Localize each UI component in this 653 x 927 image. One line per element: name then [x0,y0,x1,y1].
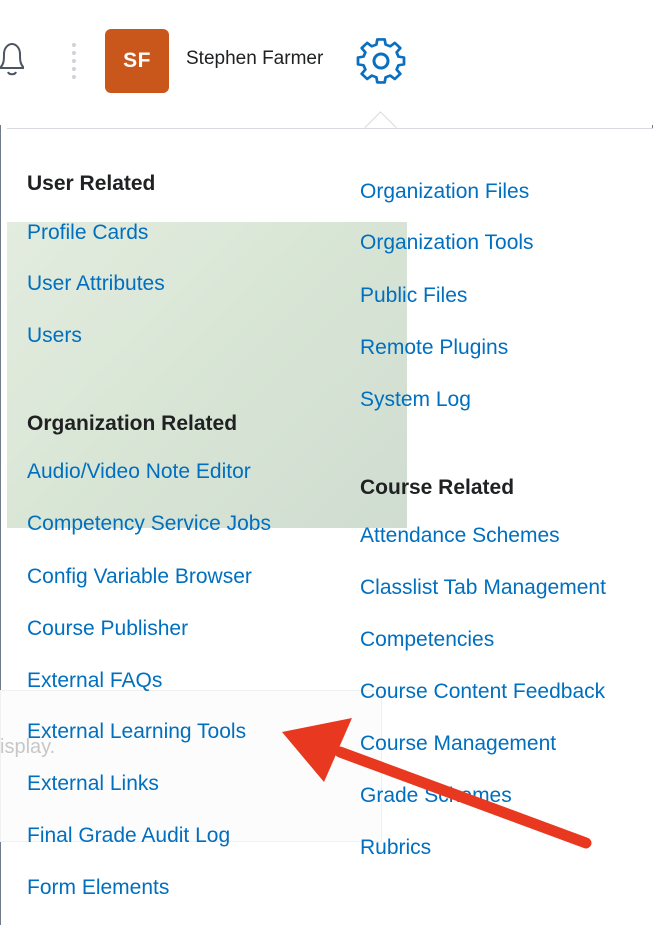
menu-item-organization-files[interactable]: Organization Files [360,180,529,204]
menu-item-competencies[interactable]: Competencies [360,628,494,652]
heading-user-related: User Related [27,172,156,195]
menu-item-course-management[interactable]: Course Management [360,732,556,756]
bell-icon[interactable] [0,38,24,82]
menu-item-external-links[interactable]: External Links [27,772,159,796]
menu-item-user-attributes[interactable]: User Attributes [27,272,165,296]
menu-item-system-log[interactable]: System Log [360,388,471,412]
avatar[interactable]: SF [105,29,169,93]
menu-item-rubrics[interactable]: Rubrics [360,836,431,860]
menu-item-classlist-tab-management[interactable]: Classlist Tab Management [360,576,606,600]
menu-item-external-faqs[interactable]: External FAQs [27,669,162,693]
menu-item-audio-video-note-editor[interactable]: Audio/Video Note Editor [27,460,251,484]
menu-item-course-publisher[interactable]: Course Publisher [27,617,188,641]
more-vertical-icon[interactable] [71,42,77,82]
heading-organization-related: Organization Related [27,412,238,435]
menu-item-users[interactable]: Users [27,324,82,348]
menu-item-attendance-schemes[interactable]: Attendance Schemes [360,524,560,548]
background-panel [0,690,382,842]
menu-item-organization-tools[interactable]: Organization Tools [360,231,534,255]
menu-item-competency-service-jobs[interactable]: Competency Service Jobs [27,512,271,536]
menu-item-course-content-feedback[interactable]: Course Content Feedback [360,680,605,704]
top-navbar: SF Stephen Farmer [0,0,653,125]
menu-item-profile-cards[interactable]: Profile Cards [27,221,148,245]
menu-item-form-elements[interactable]: Form Elements [27,876,169,900]
heading-course-related: Course Related [360,476,515,499]
menu-item-external-learning-tools[interactable]: External Learning Tools [27,720,246,744]
gear-icon[interactable] [356,36,406,86]
menu-item-public-files[interactable]: Public Files [360,284,467,308]
menu-item-grade-schemes[interactable]: Grade Schemes [360,784,512,808]
menu-item-config-variable-browser[interactable]: Config Variable Browser [27,565,252,589]
menu-item-remote-plugins[interactable]: Remote Plugins [360,336,508,360]
user-name[interactable]: Stephen Farmer [186,48,323,70]
menu-item-final-grade-audit-log[interactable]: Final Grade Audit Log [27,824,230,848]
